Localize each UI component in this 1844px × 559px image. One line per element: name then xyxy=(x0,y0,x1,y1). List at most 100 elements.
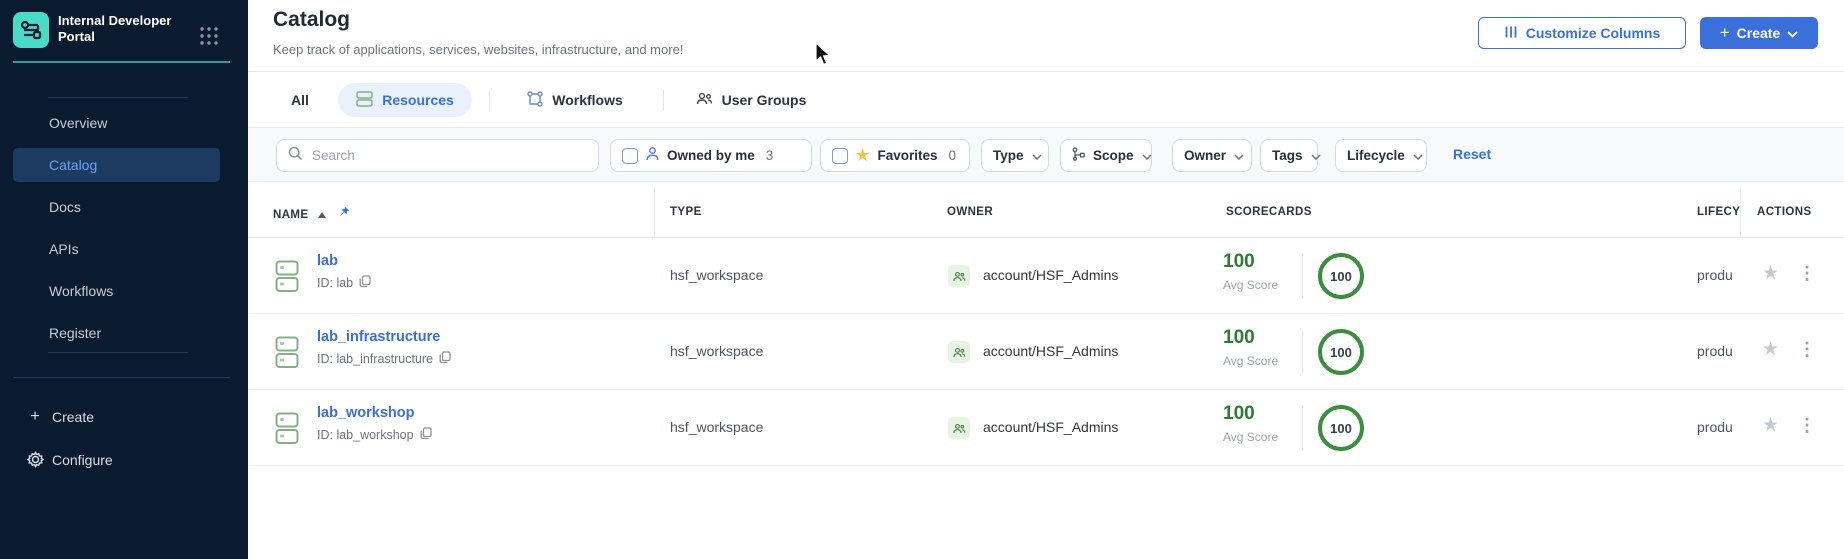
table-header: NAME TYPE OWNER SCORECARDS LIFECY ACTION… xyxy=(248,188,1844,238)
tab-divider xyxy=(489,90,490,111)
owned-by-me-checkbox[interactable] xyxy=(622,147,638,164)
column-header-name[interactable]: NAME xyxy=(273,206,350,221)
column-header-type[interactable]: TYPE xyxy=(670,206,702,218)
tab-resources[interactable]: Resources xyxy=(338,83,472,117)
entity-owner: account/HSF_Admins xyxy=(983,343,1119,359)
entity-id-text: ID: lab_infrastructure xyxy=(317,352,434,366)
favorites-count: 0 xyxy=(948,148,956,163)
scope-dropdown[interactable]: Scope xyxy=(1060,139,1152,172)
table-row[interactable]: lab_workshop ID: lab_workshop hsf_worksp… xyxy=(248,390,1844,466)
reset-filters-link[interactable]: Reset xyxy=(1453,146,1491,162)
scope-dropdown-label: Scope xyxy=(1093,148,1134,163)
sidebar-create-button[interactable]: + Create xyxy=(0,400,248,434)
owner-group-icon xyxy=(948,341,970,363)
sidebar-item-label: Overview xyxy=(49,115,108,131)
entity-id: ID: lab xyxy=(317,275,371,291)
sidebar-item-overview[interactable]: Overview xyxy=(13,106,220,140)
entity-owner: account/HSF_Admins xyxy=(983,267,1119,283)
entity-lifecycle: produ xyxy=(1697,267,1733,283)
copy-icon[interactable] xyxy=(439,351,451,367)
row-menu-button[interactable]: ⋮ xyxy=(1798,339,1816,361)
sidebar-item-register[interactable]: Register xyxy=(13,316,220,350)
columns-icon xyxy=(1504,25,1518,42)
favorites-filter[interactable]: ★ Favorites 0 xyxy=(820,139,970,172)
column-header-owner[interactable]: OWNER xyxy=(947,206,993,218)
type-dropdown[interactable]: Type xyxy=(981,139,1049,172)
avg-score-label: Avg Score xyxy=(1223,430,1279,444)
workspace-icon xyxy=(275,412,299,450)
column-header-lifecycle[interactable]: LIFECY xyxy=(1697,206,1740,218)
favorites-label: Favorites xyxy=(877,148,938,163)
entity-id: ID: lab_infrastructure xyxy=(317,351,451,367)
plus-icon: + xyxy=(30,408,40,425)
avg-score-label: Avg Score xyxy=(1223,354,1279,368)
chevron-down-icon xyxy=(1787,25,1798,41)
sidebar-item-apis[interactable]: APIs xyxy=(13,232,220,266)
apps-grid-icon[interactable] xyxy=(199,26,219,46)
owned-by-me-filter[interactable]: Owned by me 3 xyxy=(610,139,812,172)
tab-workflows-label: Workflows xyxy=(552,92,623,108)
lifecycle-dropdown[interactable]: Lifecycle xyxy=(1335,139,1427,172)
entity-type: hsf_workspace xyxy=(670,267,764,283)
sidebar-item-catalog[interactable]: Catalog xyxy=(13,148,220,182)
table-row[interactable]: lab_infrastructure ID: lab_infrastructur… xyxy=(248,314,1844,390)
column-header-scorecards[interactable]: SCORECARDS xyxy=(1226,206,1312,218)
sidebar-divider xyxy=(13,377,230,378)
owner-dropdown[interactable]: Owner xyxy=(1172,139,1252,172)
row-menu-button[interactable]: ⋮ xyxy=(1798,263,1816,285)
sidebar-item-label: Workflows xyxy=(49,283,114,299)
chevron-down-icon xyxy=(1141,148,1152,163)
avg-score-value: 100 xyxy=(1223,403,1255,424)
search-icon xyxy=(288,146,303,166)
sidebar-configure-button[interactable]: Configure xyxy=(0,443,248,477)
entity-owner: account/HSF_Admins xyxy=(983,419,1119,435)
sidebar-item-label: Register xyxy=(49,325,102,341)
owner-group-icon xyxy=(948,417,970,439)
sidebar-item-label: Docs xyxy=(49,199,81,215)
sidebar: Internal Developer Portal Overview Catal… xyxy=(0,0,248,559)
tab-all[interactable]: All xyxy=(278,83,322,117)
chevron-down-icon xyxy=(1234,148,1244,163)
favorite-star-button[interactable]: ★ xyxy=(1762,264,1779,283)
copy-icon[interactable] xyxy=(359,275,371,291)
search-input[interactable] xyxy=(312,148,572,163)
table-row[interactable]: lab ID: lab hsf_workspace account/HSF_Ad… xyxy=(248,238,1844,314)
avg-score-value: 100 xyxy=(1223,251,1255,272)
tags-dropdown[interactable]: Tags xyxy=(1260,139,1321,172)
plus-icon: + xyxy=(1719,23,1730,42)
column-header-actions: ACTIONS xyxy=(1757,206,1812,218)
pin-icon[interactable] xyxy=(338,206,350,221)
entity-name-link[interactable]: lab_workshop xyxy=(317,405,415,421)
customize-columns-label: Customize Columns xyxy=(1525,25,1661,41)
copy-icon[interactable] xyxy=(420,427,432,443)
row-menu-button[interactable]: ⋮ xyxy=(1798,415,1816,437)
page-header: Catalog Keep track of applications, serv… xyxy=(248,0,1844,72)
score-divider xyxy=(1302,406,1303,450)
tab-all-label: All xyxy=(291,92,309,108)
entity-lifecycle: produ xyxy=(1697,343,1733,359)
tab-user-groups[interactable]: User Groups xyxy=(682,83,820,117)
sort-asc-icon xyxy=(318,209,330,221)
chevron-down-icon xyxy=(1413,148,1423,163)
scope-icon xyxy=(1072,147,1085,164)
score-ring-badge: 100 xyxy=(1318,253,1364,299)
sidebar-item-docs[interactable]: Docs xyxy=(13,190,220,224)
entity-name-link[interactable]: lab xyxy=(317,253,338,269)
create-button[interactable]: + Create xyxy=(1700,17,1818,49)
tab-user-groups-label: User Groups xyxy=(721,92,807,108)
sidebar-create-label: Create xyxy=(52,409,95,425)
sidebar-item-workflows[interactable]: Workflows xyxy=(13,274,220,308)
score-ring-badge: 100 xyxy=(1318,405,1364,451)
layers-icon xyxy=(356,90,373,110)
owned-by-me-count: 3 xyxy=(765,148,774,163)
sidebar-divider xyxy=(48,352,188,353)
search-box xyxy=(276,139,599,172)
favorites-checkbox[interactable] xyxy=(832,147,848,164)
tab-workflows[interactable]: Workflows xyxy=(510,83,640,117)
entity-name-link[interactable]: lab_infrastructure xyxy=(317,329,440,345)
tab-resources-label: Resources xyxy=(382,92,454,108)
customize-columns-button[interactable]: Customize Columns xyxy=(1478,17,1686,49)
favorite-star-button[interactable]: ★ xyxy=(1762,416,1779,435)
page-subtitle: Keep track of applications, services, we… xyxy=(273,42,684,57)
favorite-star-button[interactable]: ★ xyxy=(1762,340,1779,359)
